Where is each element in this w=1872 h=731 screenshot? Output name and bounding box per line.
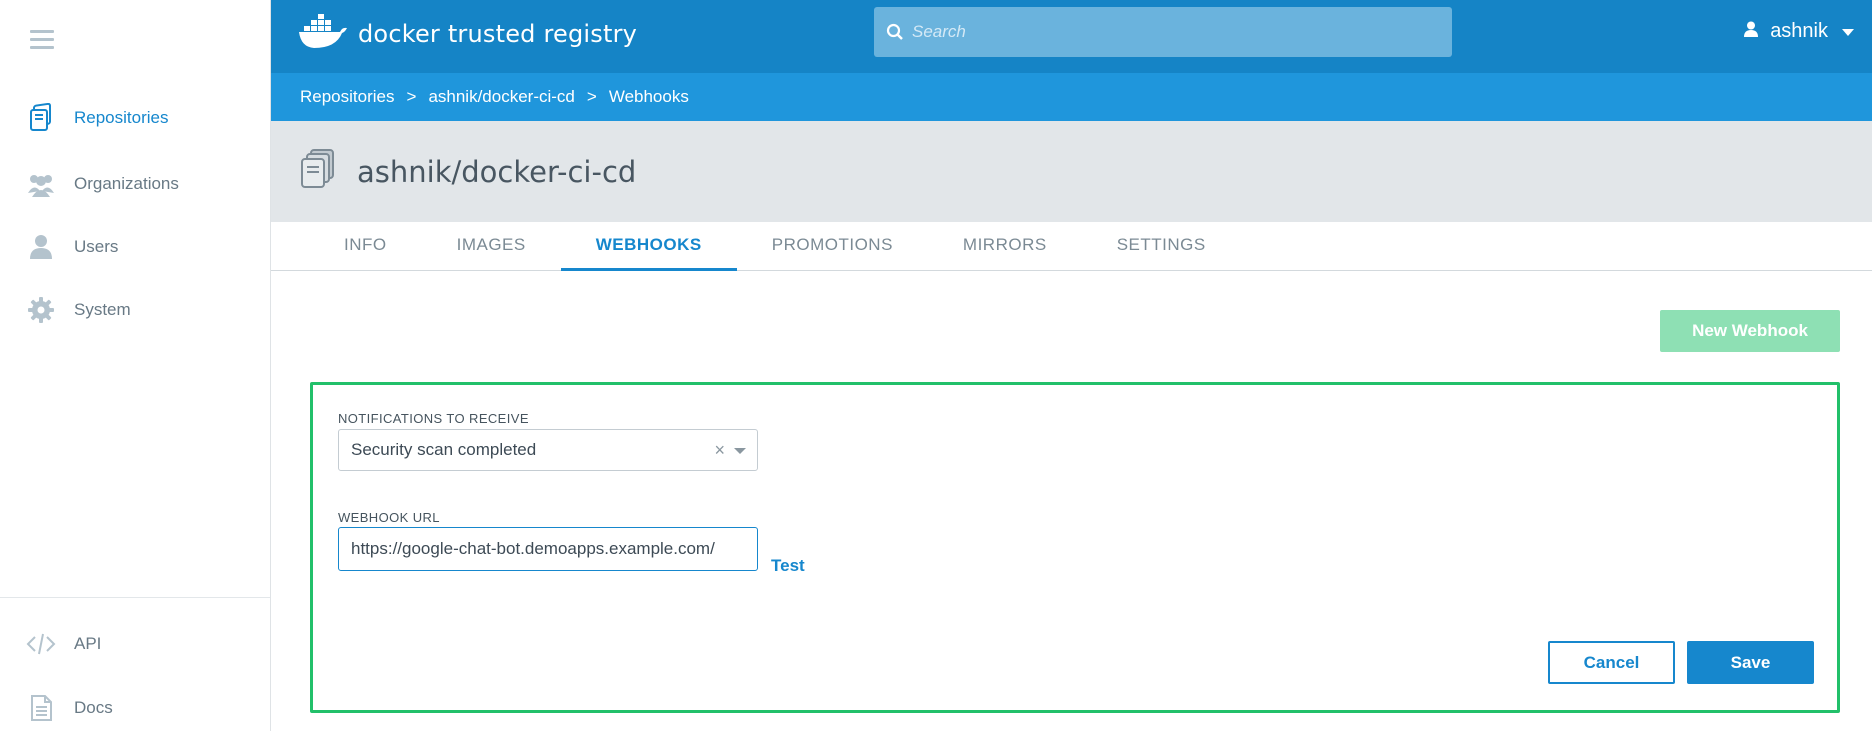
sidebar-item-label: System <box>74 300 131 319</box>
test-webhook-link[interactable]: Test <box>771 556 805 576</box>
search-bar[interactable] <box>874 7 1452 57</box>
breadcrumb-separator: > <box>586 87 597 106</box>
sidebar-item-label: Repositories <box>74 108 169 127</box>
save-button[interactable]: Save <box>1687 641 1814 684</box>
webhook-url-input[interactable] <box>338 527 758 571</box>
user-menu[interactable]: ashnik <box>1744 20 1854 43</box>
tab-webhooks[interactable]: WEBHOOKS <box>560 222 737 271</box>
sidebar-divider <box>0 597 270 598</box>
organizations-icon <box>26 169 56 199</box>
sidebar: Repositories Organizations Users System … <box>0 0 271 731</box>
notifications-label: NOTIFICATIONS TO RECEIVE <box>338 411 529 426</box>
webhook-url-label: WEBHOOK URL <box>338 510 440 525</box>
sidebar-item-docs[interactable]: Docs <box>0 684 271 731</box>
sidebar-item-system[interactable]: System <box>0 286 271 334</box>
clear-selection-icon[interactable]: × <box>714 440 725 461</box>
user-icon <box>26 232 56 262</box>
tab-info[interactable]: INFO <box>309 222 422 271</box>
breadcrumb-webhooks[interactable]: Webhooks <box>609 87 689 107</box>
gear-icon <box>26 295 56 325</box>
breadcrumb: Repositories > ashnik/docker-ci-cd > Web… <box>271 73 1872 121</box>
sidebar-item-label: Organizations <box>74 174 179 193</box>
repository-header: ashnik/docker-ci-cd <box>271 121 1872 222</box>
sidebar-item-label: Users <box>74 237 119 256</box>
sidebar-item-organizations[interactable]: Organizations <box>0 160 271 208</box>
breadcrumb-separator: > <box>406 87 417 106</box>
sidebar-item-users[interactable]: Users <box>0 223 271 271</box>
repositories-icon <box>26 103 56 133</box>
hamburger-menu-icon[interactable] <box>30 30 54 50</box>
logo-text: docker trusted registry <box>358 19 638 48</box>
tab-promotions[interactable]: PROMOTIONS <box>737 222 928 271</box>
docker-whale-icon <box>298 12 350 55</box>
sidebar-item-repositories[interactable]: Repositories <box>0 94 271 142</box>
breadcrumb-repositories[interactable]: Repositories <box>300 87 395 107</box>
top-bar: docker trusted registry ashnik <box>271 0 1872 73</box>
tab-images[interactable]: IMAGES <box>422 222 561 271</box>
sidebar-item-label: API <box>74 634 102 653</box>
notifications-select[interactable]: Security scan completed × <box>338 429 758 471</box>
new-webhook-button[interactable]: New Webhook <box>1660 310 1840 352</box>
chevron-down-icon <box>1842 20 1854 43</box>
chevron-down-icon[interactable] <box>734 448 746 454</box>
repository-icon <box>299 148 339 195</box>
breadcrumb-repository[interactable]: ashnik/docker-ci-cd <box>428 87 574 107</box>
user-icon <box>1744 20 1759 43</box>
sidebar-item-label: Docs <box>74 698 113 717</box>
webhook-form: NOTIFICATIONS TO RECEIVE Security scan c… <box>310 382 1840 713</box>
code-icon <box>26 629 56 659</box>
tab-settings[interactable]: SETTINGS <box>1082 222 1241 271</box>
search-icon <box>886 23 904 41</box>
notifications-selected-value: Security scan completed <box>351 440 537 459</box>
sidebar-item-api[interactable]: API <box>0 620 271 668</box>
cancel-button[interactable]: Cancel <box>1548 641 1675 684</box>
search-input[interactable] <box>912 22 1452 42</box>
docker-logo[interactable]: docker trusted registry <box>298 12 637 55</box>
page-title: ashnik/docker-ci-cd <box>357 154 637 189</box>
repository-tabs: INFO IMAGES WEBHOOKS PROMOTIONS MIRRORS … <box>271 222 1872 271</box>
document-icon <box>26 693 56 723</box>
tab-mirrors[interactable]: MIRRORS <box>928 222 1082 271</box>
username-label: ashnik <box>1770 20 1828 42</box>
